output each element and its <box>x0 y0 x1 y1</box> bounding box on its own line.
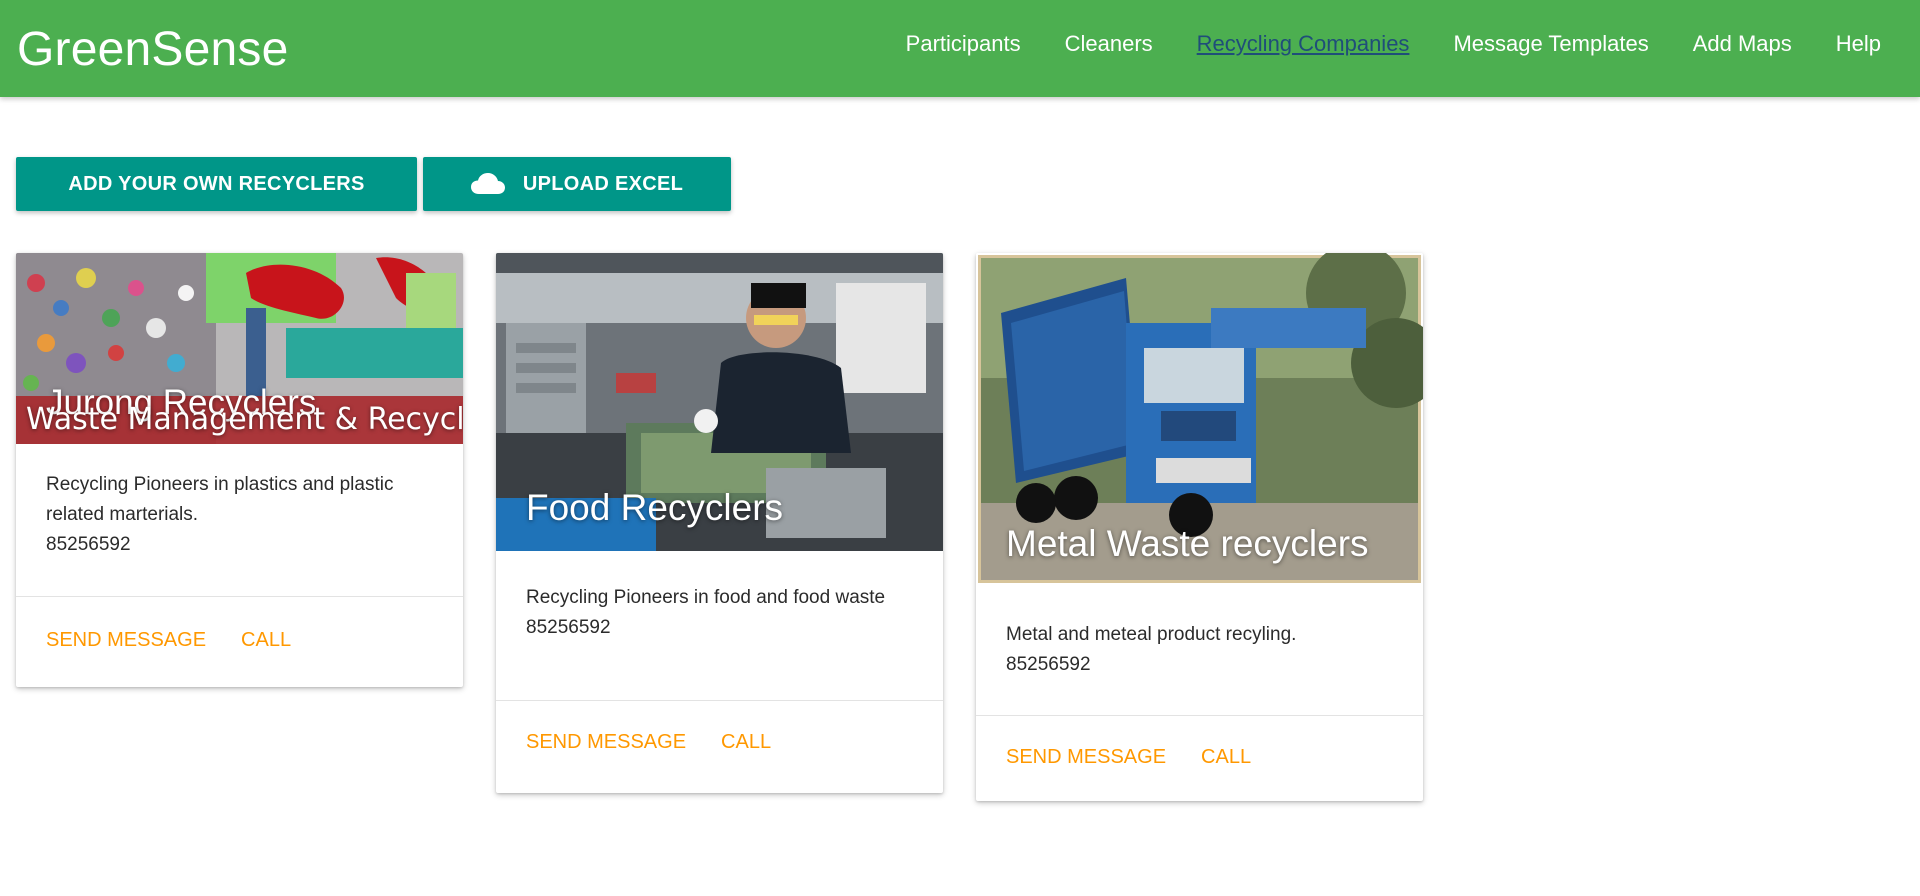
recycler-card: Jurong Recyclers Waste Management & Recy… <box>16 253 463 687</box>
card-content: Metal and meteal product recyling. 85256… <box>976 586 1423 716</box>
nav-links: Participants Cleaners Recycling Companie… <box>862 31 1881 57</box>
nav-link-message-templates[interactable]: Message Templates <box>1453 31 1648 57</box>
card-title: Metal Waste recyclers <box>1006 523 1369 564</box>
send-message-button[interactable]: SEND MESSAGE <box>1006 746 1166 769</box>
card-description: Metal and meteal product recyling. <box>1006 624 1297 645</box>
top-navbar: GreenSense Participants Cleaners Recycli… <box>0 0 1920 97</box>
card-title: Food Recyclers <box>526 487 784 528</box>
card-image-electronics: Food Recyclers <box>496 253 943 551</box>
send-message-button[interactable]: SEND MESSAGE <box>526 731 686 754</box>
nav-link-recycling-companies[interactable]: Recycling Companies <box>1197 31 1410 57</box>
card-description: Recycling Pioneers in food and food wast… <box>526 587 886 608</box>
card-actions: SEND MESSAGE CALL <box>976 716 1423 799</box>
add-recyclers-label: ADD YOUR OWN RECYCLERS <box>68 172 365 195</box>
nav-link-cleaners[interactable]: Cleaners <box>1065 31 1153 57</box>
nav-link-participants[interactable]: Participants <box>906 31 1021 57</box>
upload-excel-button[interactable]: UPLOAD EXCEL <box>423 157 731 211</box>
card-actions: SEND MESSAGE CALL <box>16 597 463 682</box>
card-phone: 85256592 <box>526 617 611 638</box>
card-content: Recycling Pioneers in food and food wast… <box>496 551 943 701</box>
recycler-card: Food Recyclers Recycling Pioneers in foo… <box>496 253 943 793</box>
card-content: Recycling Pioneers in plastics and plast… <box>16 444 463 597</box>
brand-logo[interactable]: GreenSense <box>17 22 289 77</box>
upload-excel-label: UPLOAD EXCEL <box>522 172 684 195</box>
card-phone: 85256592 <box>46 534 131 555</box>
card-phone: 85256592 <box>1006 654 1091 675</box>
add-recyclers-button[interactable]: ADD YOUR OWN RECYCLERS <box>16 157 417 211</box>
card-image-plastics: Jurong Recyclers Waste Management & Recy… <box>16 253 463 444</box>
call-button[interactable]: CALL <box>1201 746 1251 769</box>
cloud-icon <box>470 173 505 194</box>
call-button[interactable]: CALL <box>721 731 771 754</box>
card-description: Recycling Pioneers in plastics and plast… <box>46 474 394 525</box>
call-button[interactable]: CALL <box>241 629 291 652</box>
recycler-card: Metal Waste recyclers Metal and meteal p… <box>976 253 1423 801</box>
nav-link-help[interactable]: Help <box>1836 31 1881 57</box>
send-message-button[interactable]: SEND MESSAGE <box>46 629 206 652</box>
card-actions: SEND MESSAGE CALL <box>496 701 943 784</box>
nav-link-add-maps[interactable]: Add Maps <box>1693 31 1792 57</box>
card-image-truck: Metal Waste recyclers <box>976 253 1423 586</box>
card-banner-text: Waste Management & Recycling <box>26 402 463 437</box>
